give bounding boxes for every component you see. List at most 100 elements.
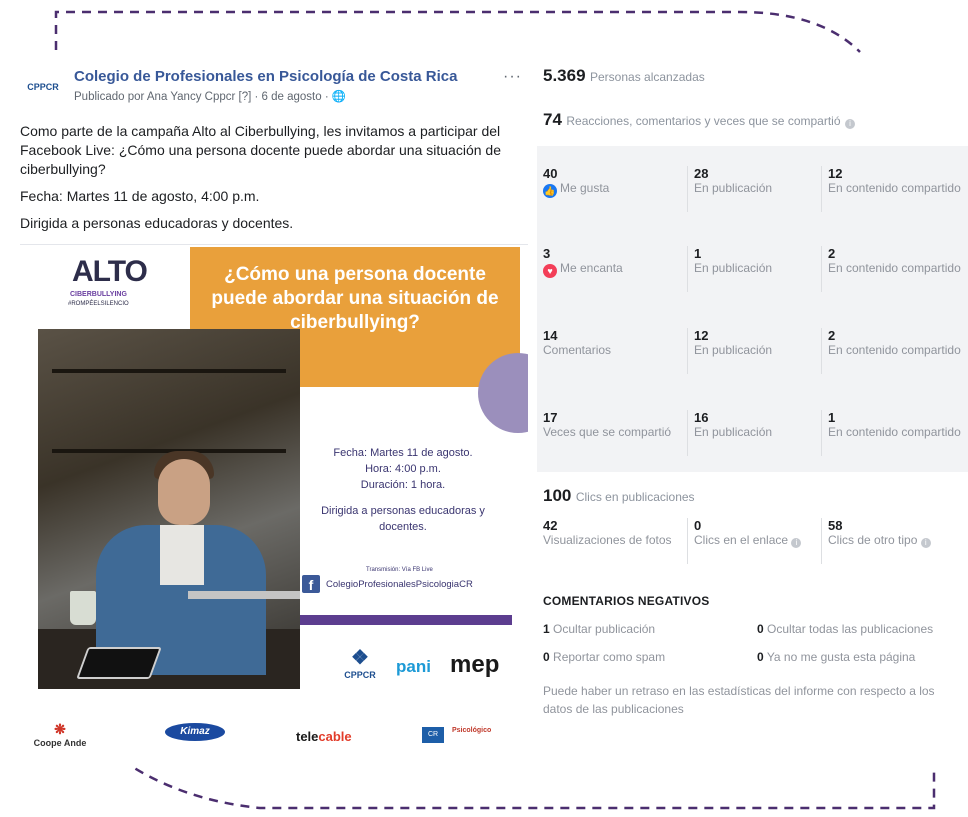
likes-on-shares: 12: [828, 166, 843, 181]
link-clicks-label: Clics en el enlace: [694, 533, 789, 547]
coope-ande-text: Coope Ande: [33, 738, 87, 748]
pani-logo: pani: [396, 657, 431, 676]
likes-label: Me gusta: [560, 181, 610, 195]
partner-logos: ❖ CPPCR pani mep: [340, 645, 520, 685]
row-shares: 17 Veces que se compartió 16 En publicació…: [537, 390, 968, 470]
likes-on-shares-label: En contenido compartido: [828, 181, 961, 195]
post-paragraph: Como parte de la campaña Alto al Ciberbu…: [20, 123, 501, 177]
unlike-page-label: Ya no me gusta esta página: [766, 650, 916, 664]
page-name-link[interactable]: Colegio de Profesionales en Psicología d…: [74, 68, 457, 85]
reactions-summary: 74 Reacciones, comentarios y veces que s…: [543, 110, 855, 130]
love-icon: ♥: [543, 264, 557, 278]
photo-views-value: 42: [543, 518, 558, 533]
event-date: Fecha: Martes 11 de agosto.: [333, 447, 473, 459]
globe-icon: 🌐: [331, 91, 347, 103]
post-meta: Publicado por Ana Yancy Cppcr [?] · 6 de…: [74, 89, 346, 103]
post-paragraph: Fecha: Martes 11 de agosto, 4:00 p.m.: [20, 188, 260, 204]
purple-divider: [300, 615, 512, 625]
likes-total: 40: [543, 166, 558, 181]
report-spam-value: 0: [543, 650, 550, 664]
negative-unlike-page: 0 Ya no me gusta esta página: [757, 650, 915, 664]
comments-on-post: 12: [694, 328, 709, 343]
comments-label: Comentarios: [543, 343, 612, 357]
comments-on-post-label: En publicación: [694, 343, 773, 357]
negative-hide-all: 0 Ocultar todas las publicaciones: [757, 622, 933, 636]
coope-ande-logo: ❋ Coope Ande: [33, 721, 87, 748]
telecable-tele: tele: [296, 729, 319, 744]
shares-on-post: 16: [694, 410, 709, 425]
negative-feedback-title: COMENTARIOS NEGATIVOS: [543, 594, 710, 608]
loves-on-post: 1: [694, 246, 702, 261]
info-icon[interactable]: i: [791, 538, 802, 548]
loves-total: 3: [543, 246, 551, 261]
event-time: Hora: 4:00 p.m.: [365, 463, 441, 475]
unlike-page-value: 0: [757, 650, 764, 664]
post-meta-text: Publicado por Ana Yancy Cppcr [?] · 6 de…: [74, 91, 332, 103]
reach-summary: 5.369 Personas alcanzadas: [543, 66, 705, 86]
loves-on-shares-label: En contenido compartido: [828, 261, 961, 275]
loves-on-shares: 2: [828, 246, 836, 261]
row-comments: 14 Comentarios 12 En publicación 2 En conte…: [537, 308, 968, 388]
reach-value: 5.369: [543, 66, 586, 85]
alto-logo: ALTO: [72, 255, 148, 288]
mep-logo: mep: [450, 651, 500, 678]
engagement-breakdown: 40 👍 Me gusta 28 En publicación 12 En conten…: [537, 146, 968, 472]
clicks-summary: 100 Clics en publicaciones: [543, 486, 695, 506]
post-header: CPPCR Colegio de Profesionales en Psicol…: [20, 62, 528, 108]
event-duration: Duración: 1 hora.: [360, 479, 446, 491]
other-clicks-value: 58: [828, 518, 843, 533]
comments-on-shares: 2: [828, 328, 836, 343]
clicks-value: 100: [543, 486, 572, 505]
telecable-cable: cable: [318, 729, 352, 744]
cppcr-logo: ❖ CPPCR: [344, 647, 376, 680]
kimaz-logo: Kimaz: [165, 723, 225, 741]
comments-total: 14: [543, 328, 558, 343]
loves-label: Me encanta: [560, 261, 623, 275]
link-clicks-value: 0: [694, 518, 702, 533]
likes-on-post-label: En publicación: [694, 181, 773, 195]
hide-all-label: Ocultar todas las publicaciones: [767, 622, 934, 636]
alto-logo-tag: #ROMPÉELSILENCIO: [68, 301, 129, 307]
teacher-photo: [38, 329, 300, 689]
fb-handle: ColegioProfesionalesPsicologiaCR: [326, 579, 473, 590]
alto-logo-sub: CIBERBULLYING: [70, 291, 127, 298]
psico-logo: Psicológico: [452, 727, 492, 734]
row-likes: 40 👍 Me gusta 28 En publicación 12 En conten…: [537, 146, 968, 226]
likes-on-post: 28: [694, 166, 709, 181]
comments-on-shares-label: En contenido compartido: [828, 343, 961, 357]
post-insights: 5.369 Personas alcanzadas 74 Reacciones,…: [537, 62, 968, 762]
event-info: Fecha: Martes 11 de agosto. Hora: 4:00 p…: [303, 445, 503, 545]
other-clicks-label: Clics de otro tipo: [828, 533, 918, 547]
facebook-icon: f: [302, 575, 320, 593]
sponsor-logos: ❋ Coope Ande Kimaz telecable CR Psicológi…: [20, 721, 528, 761]
post-image[interactable]: ¿Cómo una persona docente puede abordar …: [20, 244, 528, 767]
stats-disclaimer: Puede haber un retraso en las estadístic…: [543, 684, 935, 716]
loves-on-post-label: En publicación: [694, 261, 773, 275]
info-icon[interactable]: i: [844, 119, 855, 129]
clicks-label: Clics en publicaciones: [575, 490, 695, 504]
telecable-logo: telecable: [296, 729, 352, 744]
post-text: Como parte de la campaña Alto al Ciberbu…: [20, 122, 520, 241]
post-paragraph: Dirigida a personas educadoras y docente…: [20, 215, 294, 231]
photo-views-label: Visualizaciones de fotos: [543, 533, 672, 547]
negative-report-spam: 0 Reportar como spam: [543, 650, 665, 664]
reach-label: Personas alcanzadas: [590, 70, 705, 84]
hide-post-value: 1: [543, 622, 550, 636]
headline-text: ¿Cómo una persona docente puede abordar …: [211, 264, 499, 333]
reactions-label: Reacciones, comentarios y veces que se c…: [566, 114, 841, 128]
facebook-post: CPPCR Colegio de Profesionales en Psicol…: [20, 62, 528, 767]
info-icon[interactable]: i: [920, 538, 931, 548]
shares-on-shares-label: En contenido compartido: [828, 425, 961, 439]
transmission-label: Transmisión: Vía FB Live: [366, 567, 433, 573]
more-options-button[interactable]: ···: [503, 68, 522, 86]
reactions-value: 74: [543, 110, 562, 129]
page-avatar[interactable]: CPPCR: [24, 76, 62, 98]
hide-all-value: 0: [757, 622, 764, 636]
negative-hide-post: 1 Ocultar publicación: [543, 622, 655, 636]
shares-on-shares: 1: [828, 410, 836, 425]
event-audience: Dirigida a personas educadoras y docente…: [321, 505, 485, 533]
hide-post-label: Ocultar publicación: [553, 622, 656, 636]
clicks-breakdown: 42 Visualizaciones de fotos 0 Clics en el …: [537, 518, 968, 574]
report-spam-label: Reportar como spam: [553, 650, 666, 664]
cr-logo: CR: [422, 727, 444, 743]
